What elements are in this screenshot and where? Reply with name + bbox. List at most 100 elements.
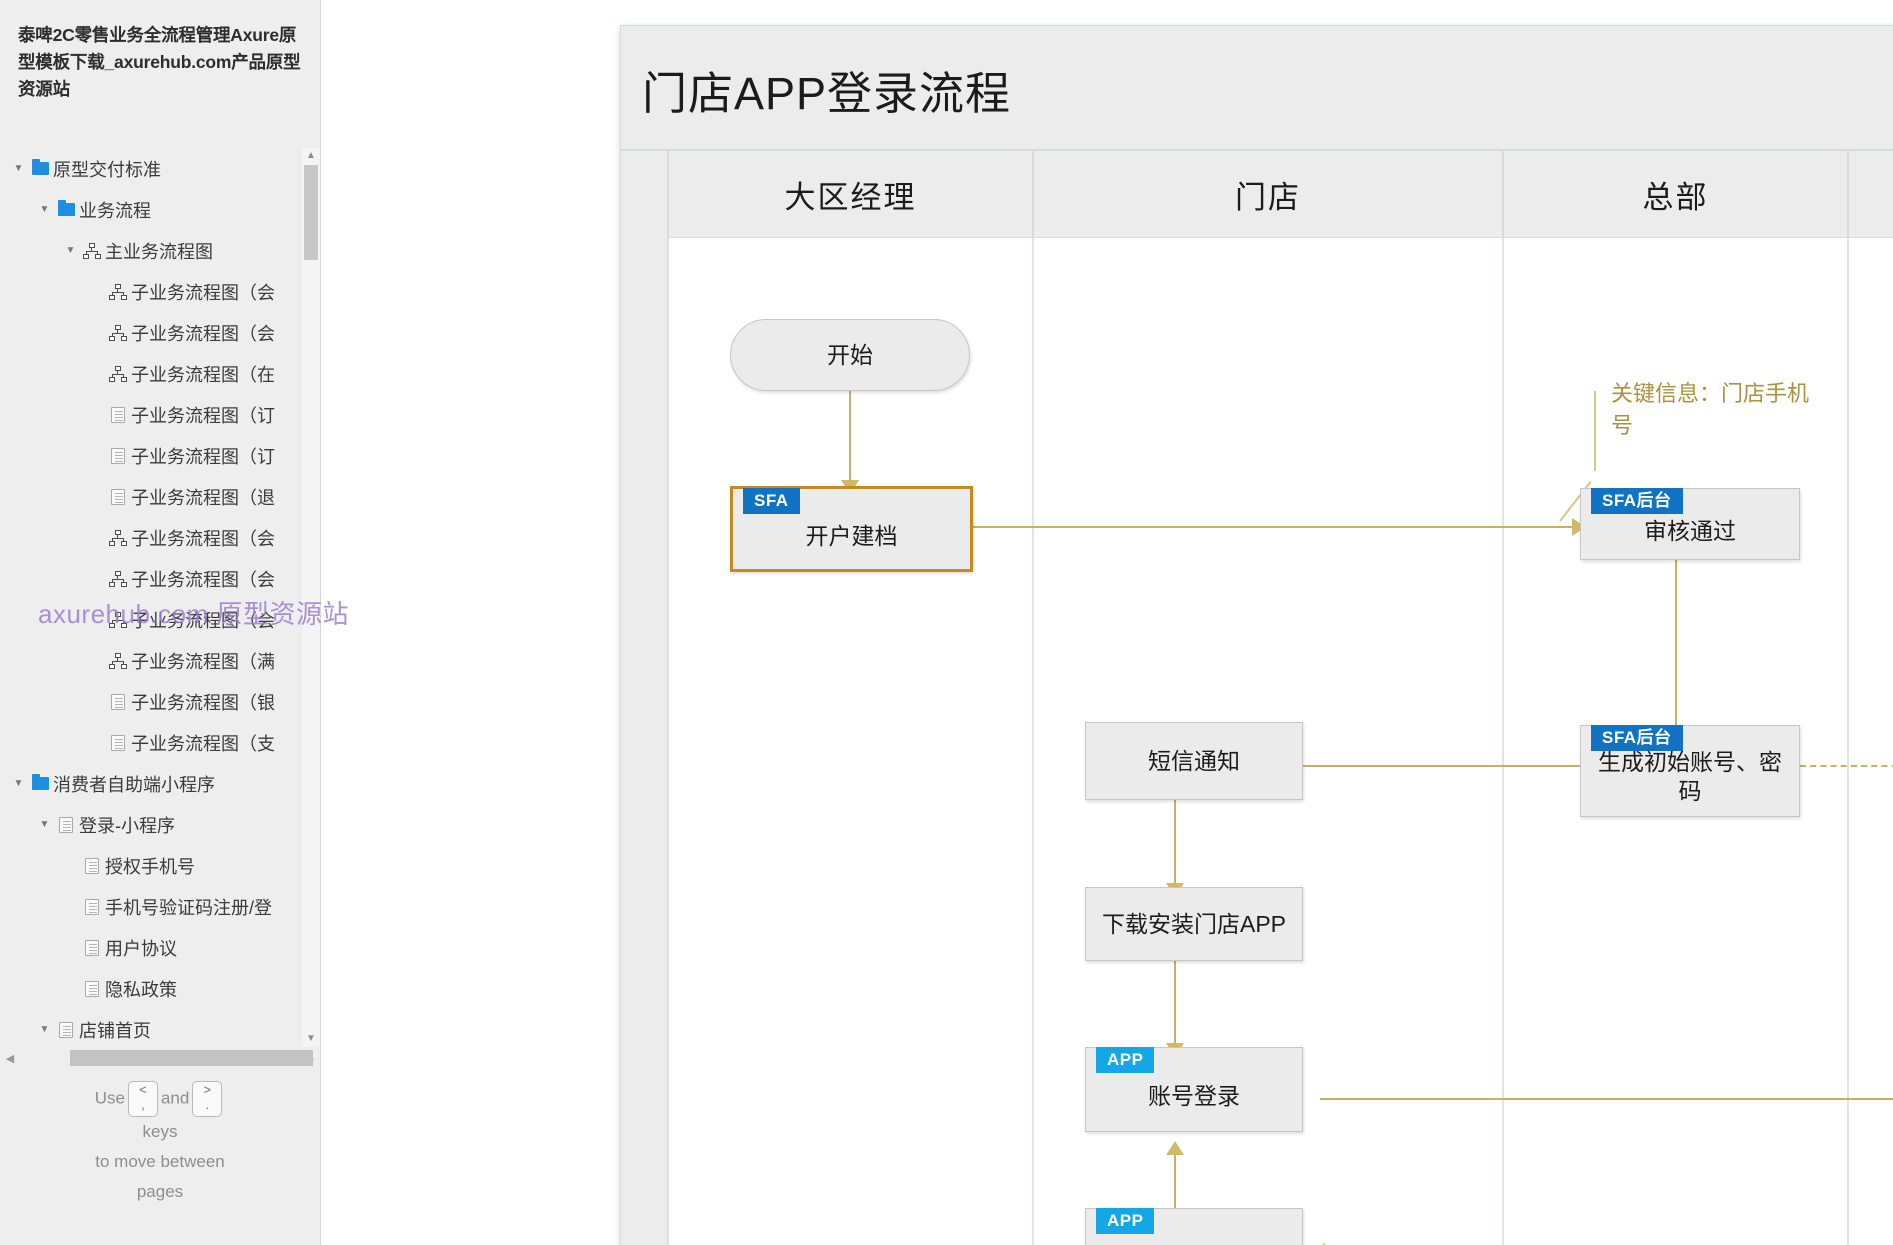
tree-item-label: 子业务流程图（银 [131,692,275,713]
connector-audit-to-gen [1675,560,1677,735]
node-login-fail-tag: APP [1096,1208,1155,1234]
flow-icon [109,652,127,669]
tree-vertical-scrollbar[interactable]: ▲ ▼ [302,148,320,1047]
flow-icon [109,529,127,546]
tree-item-label: 子业务流程图（会 [131,323,275,344]
tree-item-label: 主业务流程图 [105,241,213,262]
disclosure-triangle-icon[interactable]: ▼ [36,1024,53,1035]
node-gen-account-tag: SFA后台 [1591,725,1683,751]
scroll-up-icon[interactable]: ▲ [302,148,320,164]
sitemap-sidebar: 泰啤2C零售业务全流程管理Axure原型模板下载_axurehub.com产品原… [0,0,321,1245]
lane-header-extra [1848,150,1893,238]
node-sms-notify[interactable]: 短信通知 [1085,722,1303,800]
tree-item-label: 子业务流程图（满 [131,651,275,672]
tree-item[interactable]: ▼子业务流程图（会 [0,312,320,353]
page-icon [111,693,125,710]
tree-item[interactable]: ▼子业务流程图（订 [0,394,320,435]
disclosure-triangle-icon[interactable]: ▼ [36,819,53,830]
page-icon [85,980,99,997]
prev-page-key: <, [127,1081,158,1117]
disclosure-triangle-icon[interactable]: ▼ [10,163,27,174]
hint-line-4: pages [136,1181,184,1201]
page-icon [59,1021,73,1038]
node-gen-account[interactable]: SFA后台 生成初始账号、密码 [1580,725,1800,817]
tree-item-label: 子业务流程图（会 [131,610,275,631]
node-account-login[interactable]: APP 账号登录 [1085,1047,1303,1132]
disclosure-triangle-icon[interactable]: ▼ [36,204,53,215]
flow-icon [109,283,127,300]
tree-item[interactable]: ▼ 业务流程 [0,189,320,230]
tree-item[interactable]: ▼ 原型交付标准 [0,148,320,189]
tree-item[interactable]: ▼子业务流程图（订 [0,435,320,476]
note-bar-key-info [1594,391,1596,471]
connector-sms-to-download [1174,800,1176,890]
tree-item-label: 隐私政策 [105,979,177,1000]
node-audit-pass[interactable]: SFA后台 审核通过 [1580,488,1800,560]
node-open-account[interactable]: SFA 开户建档 [730,486,973,572]
tree-item[interactable]: ▼ 登录-小程序 [0,804,320,845]
tree-item[interactable]: ▼隐私政策 [0,968,320,1009]
tree-item[interactable]: ▼子业务流程图（银 [0,681,320,722]
folder-icon [57,200,75,216]
sitemap-tree[interactable]: ▼原型交付标准▼业务流程▼主业务流程图▼子业务流程图（会▼子业务流程图（会▼子业… [0,148,320,1040]
flow-icon [109,570,127,587]
tree-item[interactable]: ▼子业务流程图（支 [0,722,320,763]
horizontal-scroll-thumb[interactable] [70,1050,313,1066]
node-account-login-label: 账号登录 [1148,1083,1240,1110]
tree-item-label: 手机号验证码注册/登 [105,897,273,918]
hint-and-label: and [160,1088,190,1108]
horizontal-scroll-track[interactable] [20,1050,313,1066]
tree-item[interactable]: ▼授权手机号 [0,845,320,886]
page-icon [85,898,99,915]
disclosure-triangle-icon[interactable]: ▼ [62,245,79,256]
lane-body-extra [1848,238,1893,1245]
tree-item[interactable]: ▼ 店铺首页 [0,1009,320,1041]
connector-gen-dashed-right [1800,765,1893,767]
tree-item[interactable]: ▼子业务流程图（在 [0,353,320,394]
lane-header-regional-manager: 大区经理 [668,150,1033,238]
tree-item[interactable]: ▼子业务流程图（满 [0,640,320,681]
vertical-scroll-thumb[interactable] [304,165,318,260]
lane-header-store: 门店 [1033,150,1503,238]
node-audit-pass-tag: SFA后台 [1591,488,1683,514]
lane-header-headquarters: 总部 [1503,150,1848,238]
tree-item[interactable]: ▼子业务流程图（会 [0,271,320,312]
connector-open-account-to-audit [883,526,1580,528]
tree-item[interactable]: ▼子业务流程图（会 [0,599,320,640]
lane-gutter [620,150,668,1245]
node-download-app[interactable]: 下载安装门店APP [1085,887,1303,961]
scroll-left-icon[interactable]: ◀ [0,1052,20,1065]
folder-icon [31,774,49,790]
page-icon [59,816,73,833]
tree-item-label: 子业务流程图（会 [131,282,275,303]
node-start[interactable]: 开始 [730,319,970,391]
tree-item[interactable]: ▼ 消费者自助端小程序 [0,763,320,804]
disclosure-triangle-icon[interactable]: ▼ [10,778,27,789]
node-login-fail[interactable]: APP 登录失败 [1085,1208,1303,1245]
node-account-login-tag: APP [1096,1047,1155,1073]
tree-horizontal-scrollbar[interactable]: ◀ ▶ [0,1047,320,1069]
scroll-down-icon[interactable]: ▼ [302,1031,320,1047]
tree-item-label: 子业务流程图（订 [131,446,275,467]
tree-item-label: 用户协议 [105,938,177,959]
tree-item-label: 授权手机号 [105,856,195,877]
tree-item[interactable]: ▼子业务流程图（退 [0,476,320,517]
page-icon [85,939,99,956]
tree-item[interactable]: ▼子业务流程图（会 [0,558,320,599]
tree-item[interactable]: ▼用户协议 [0,927,320,968]
diagram-canvas[interactable]: 门店APP登录流程 大区经理 门店 总部 关键信息：门店手机 号 开始 SFA … [321,0,1893,1245]
node-audit-pass-label: 审核通过 [1644,517,1736,544]
node-download-app-label: 下载安装门店APP [1101,910,1287,937]
tree-item[interactable]: ▼ 主业务流程图 [0,230,320,271]
tree-item[interactable]: ▼子业务流程图（会 [0,517,320,558]
tree-item-label: 子业务流程图（会 [131,528,275,549]
next-page-key: >. [192,1081,223,1117]
hint-line-2: keys [142,1121,178,1141]
connector-start-to-open-account [849,391,851,486]
tree-item-label: 子业务流程图（支 [131,733,275,754]
page-icon [85,857,99,874]
tree-item-label: 子业务流程图（退 [131,487,275,508]
page-icon [111,406,125,423]
tree-item[interactable]: ▼手机号验证码注册/登 [0,886,320,927]
node-sms-notify-label: 短信通知 [1148,747,1240,774]
